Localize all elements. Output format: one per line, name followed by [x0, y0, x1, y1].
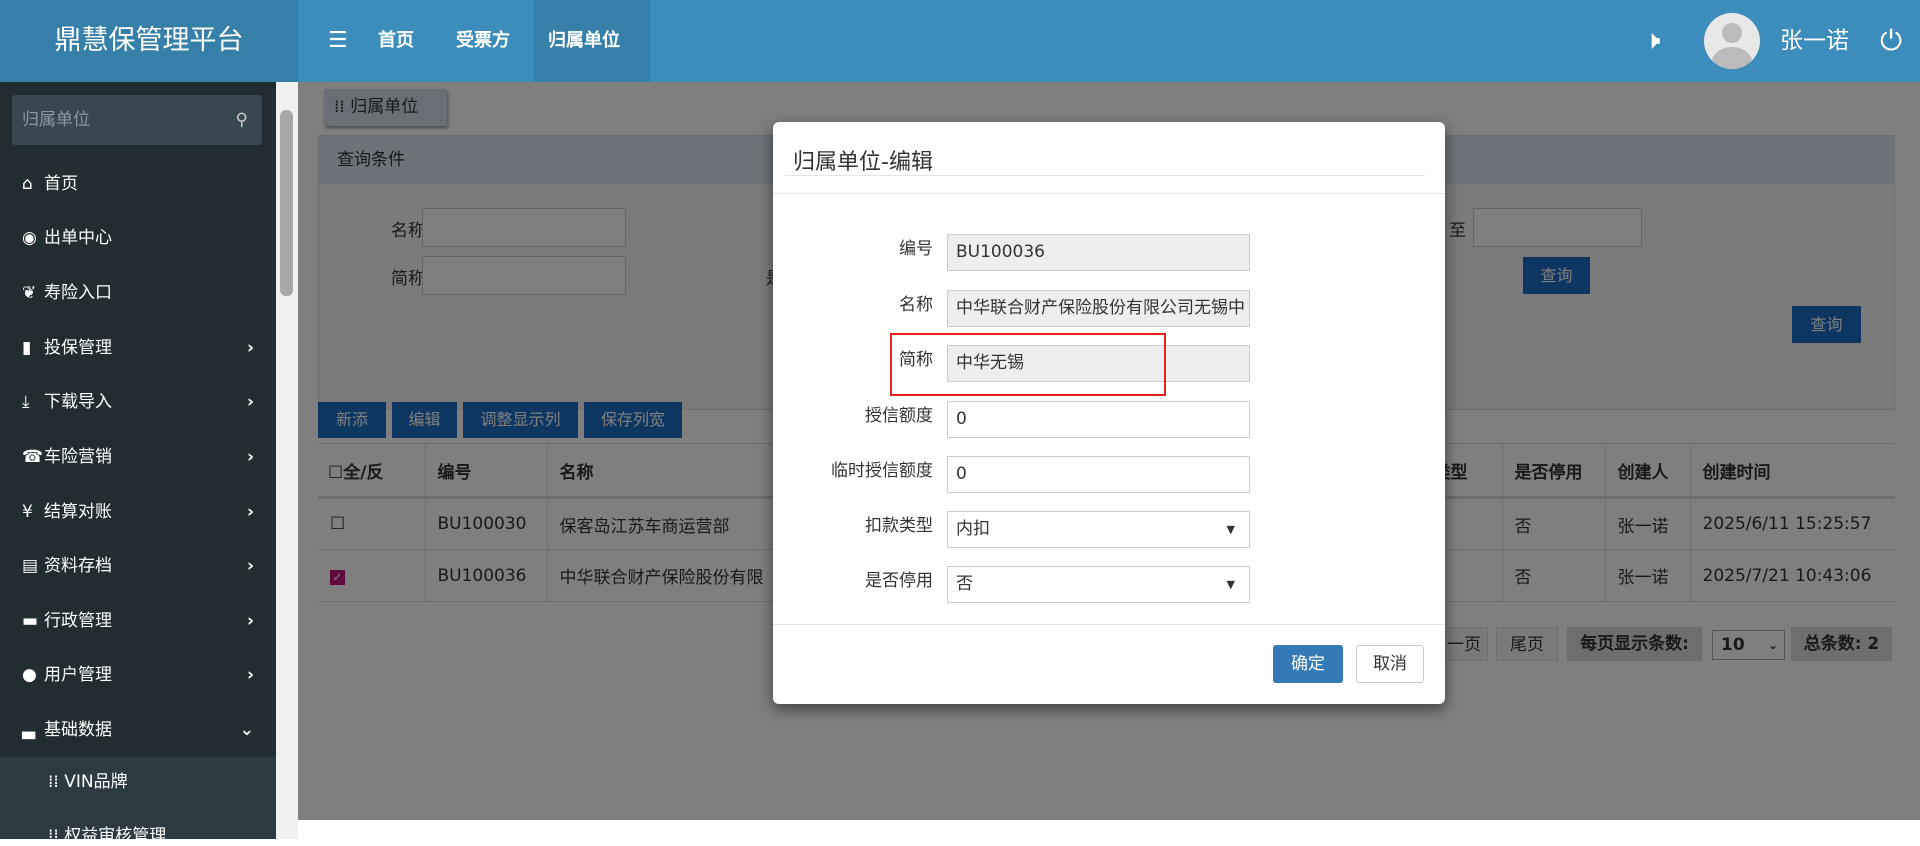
label: 结算对账: [44, 502, 112, 522]
credit-input[interactable]: 0: [947, 401, 1250, 438]
sidebar-item-admin[interactable]: ▬ 行政管理 ›: [0, 594, 276, 648]
field-label: 名称: [899, 295, 933, 315]
sidebar-subitem-review[interactable]: ⁞⁞ 权益审核管理: [0, 821, 276, 846]
caret-down-icon: ▼: [1226, 578, 1235, 591]
power-icon[interactable]: ⏻: [1880, 24, 1902, 58]
grid-icon: ⁞⁞: [48, 772, 65, 792]
search-placeholder: 归属单位: [22, 110, 90, 130]
sidebar-search-input[interactable]: 归属单位 ⚲: [12, 95, 262, 145]
chevron-right-icon: ›: [246, 611, 254, 631]
avatar[interactable]: [1704, 13, 1760, 69]
phone-icon: ☎: [22, 447, 44, 467]
label: 下载导入: [44, 392, 112, 412]
field-label: 编号: [899, 239, 933, 259]
speaker-icon[interactable]: 🕨: [1644, 26, 1660, 57]
yen-icon: ¥: [22, 502, 33, 522]
dialog-title: 归属单位-编辑: [793, 150, 933, 175]
chevron-right-icon: ›: [246, 556, 254, 576]
sidebar-submenu: ⁞⁞ VIN品牌 ⁞⁞ 权益审核管理: [0, 757, 276, 846]
scrollbar-thumb[interactable]: [280, 110, 293, 296]
leaf-icon: ❦: [22, 283, 37, 303]
select-value: 内扣: [956, 519, 990, 539]
file-icon: ▮: [22, 338, 32, 358]
field-label: 临时授信额度: [831, 461, 933, 481]
home-icon: ⌂: [22, 174, 33, 194]
user-name[interactable]: 张一诺: [1780, 0, 1849, 82]
field-label: 是否停用: [865, 571, 933, 591]
title-divider: [785, 175, 1425, 176]
sidebar-item-archive[interactable]: ▤ 资料存档 ›: [0, 539, 276, 593]
footer-divider: [773, 624, 1445, 625]
field-label: 授信额度: [865, 406, 933, 426]
sidebar-item-settle[interactable]: ¥ 结算对账 ›: [0, 485, 276, 539]
nav-tab-home[interactable]: 首页: [364, 0, 428, 82]
sidebar-item-issuing[interactable]: ◉ 出单中心: [0, 211, 276, 265]
user-icon: ●: [22, 665, 37, 685]
nav-tab-affiliation[interactable]: 归属单位: [534, 0, 650, 82]
label: VIN品牌: [64, 772, 128, 792]
caret-down-icon: ▼: [1226, 523, 1235, 536]
header-divider: [773, 193, 1445, 194]
label: 投保管理: [44, 338, 112, 358]
label: 权益审核管理: [64, 826, 167, 846]
label: 用户管理: [44, 665, 112, 685]
label: 寿险入口: [44, 283, 112, 303]
cancel-button[interactable]: 取消: [1356, 645, 1424, 683]
folder-icon: ▬: [22, 611, 39, 631]
label: 基础数据: [44, 720, 112, 740]
search-icon[interactable]: ⚲: [236, 95, 248, 145]
list-icon: ▤: [22, 556, 39, 576]
deduct-type-select[interactable]: 内扣 ▼: [947, 511, 1250, 548]
menu-toggle-icon[interactable]: ☰: [314, 0, 362, 82]
sidebar-item-insure[interactable]: ▮ 投保管理 ›: [0, 321, 276, 375]
temp-credit-input[interactable]: 0: [947, 456, 1250, 493]
nav-tab-payee[interactable]: 受票方: [442, 0, 524, 82]
sidebar-subitem-vin[interactable]: ⁞⁞ VIN品牌: [0, 767, 276, 792]
highlight-box: [890, 333, 1166, 396]
code-input[interactable]: BU100036: [947, 234, 1250, 271]
globe-icon: ◉: [22, 228, 37, 248]
name-input[interactable]: 中华联合财产保险股份有限公司无锡中: [947, 290, 1250, 327]
app-logo[interactable]: 鼎慧保管理平台: [0, 0, 298, 82]
label: 首页: [44, 174, 78, 194]
top-header: 鼎慧保管理平台 ☰ 首页 受票方 归属单位 🕨 张一诺 ⏻: [0, 0, 1920, 82]
select-value: 否: [956, 574, 973, 594]
chevron-down-icon: ⌄: [239, 720, 254, 740]
sidebar-item-basedata[interactable]: ▃ 基础数据 ⌄: [0, 703, 276, 757]
sidebar-item-users[interactable]: ● 用户管理 ›: [0, 648, 276, 702]
sidebar-item-download[interactable]: ⤓ 下载导入 ›: [0, 375, 276, 429]
hdd-icon: ▃: [22, 720, 36, 740]
sidebar-item-home[interactable]: ⌂ 首页: [0, 157, 276, 211]
label: 出单中心: [44, 228, 112, 248]
field-label: 扣款类型: [865, 516, 933, 536]
chevron-right-icon: ›: [246, 502, 254, 522]
label: 资料存档: [44, 556, 112, 576]
chevron-right-icon: ›: [246, 447, 254, 467]
label: 车险营销: [44, 447, 112, 467]
sidebar-item-life[interactable]: ❦ 寿险入口: [0, 266, 276, 320]
chevron-right-icon: ›: [246, 665, 254, 685]
confirm-button[interactable]: 确定: [1273, 645, 1343, 683]
chevron-right-icon: ›: [246, 338, 254, 358]
label: 行政管理: [44, 611, 112, 631]
sidebar-item-car[interactable]: ☎车险营销 ›: [0, 430, 276, 484]
download-icon: ⤓: [22, 392, 30, 412]
chevron-right-icon: ›: [246, 392, 254, 412]
disabled-select[interactable]: 否 ▼: [947, 566, 1250, 603]
edit-dialog: 归属单位-编辑 编号 BU100036 名称 中华联合财产保险股份有限公司无锡中…: [773, 122, 1445, 704]
grid-icon: ⁞⁞: [48, 826, 65, 846]
